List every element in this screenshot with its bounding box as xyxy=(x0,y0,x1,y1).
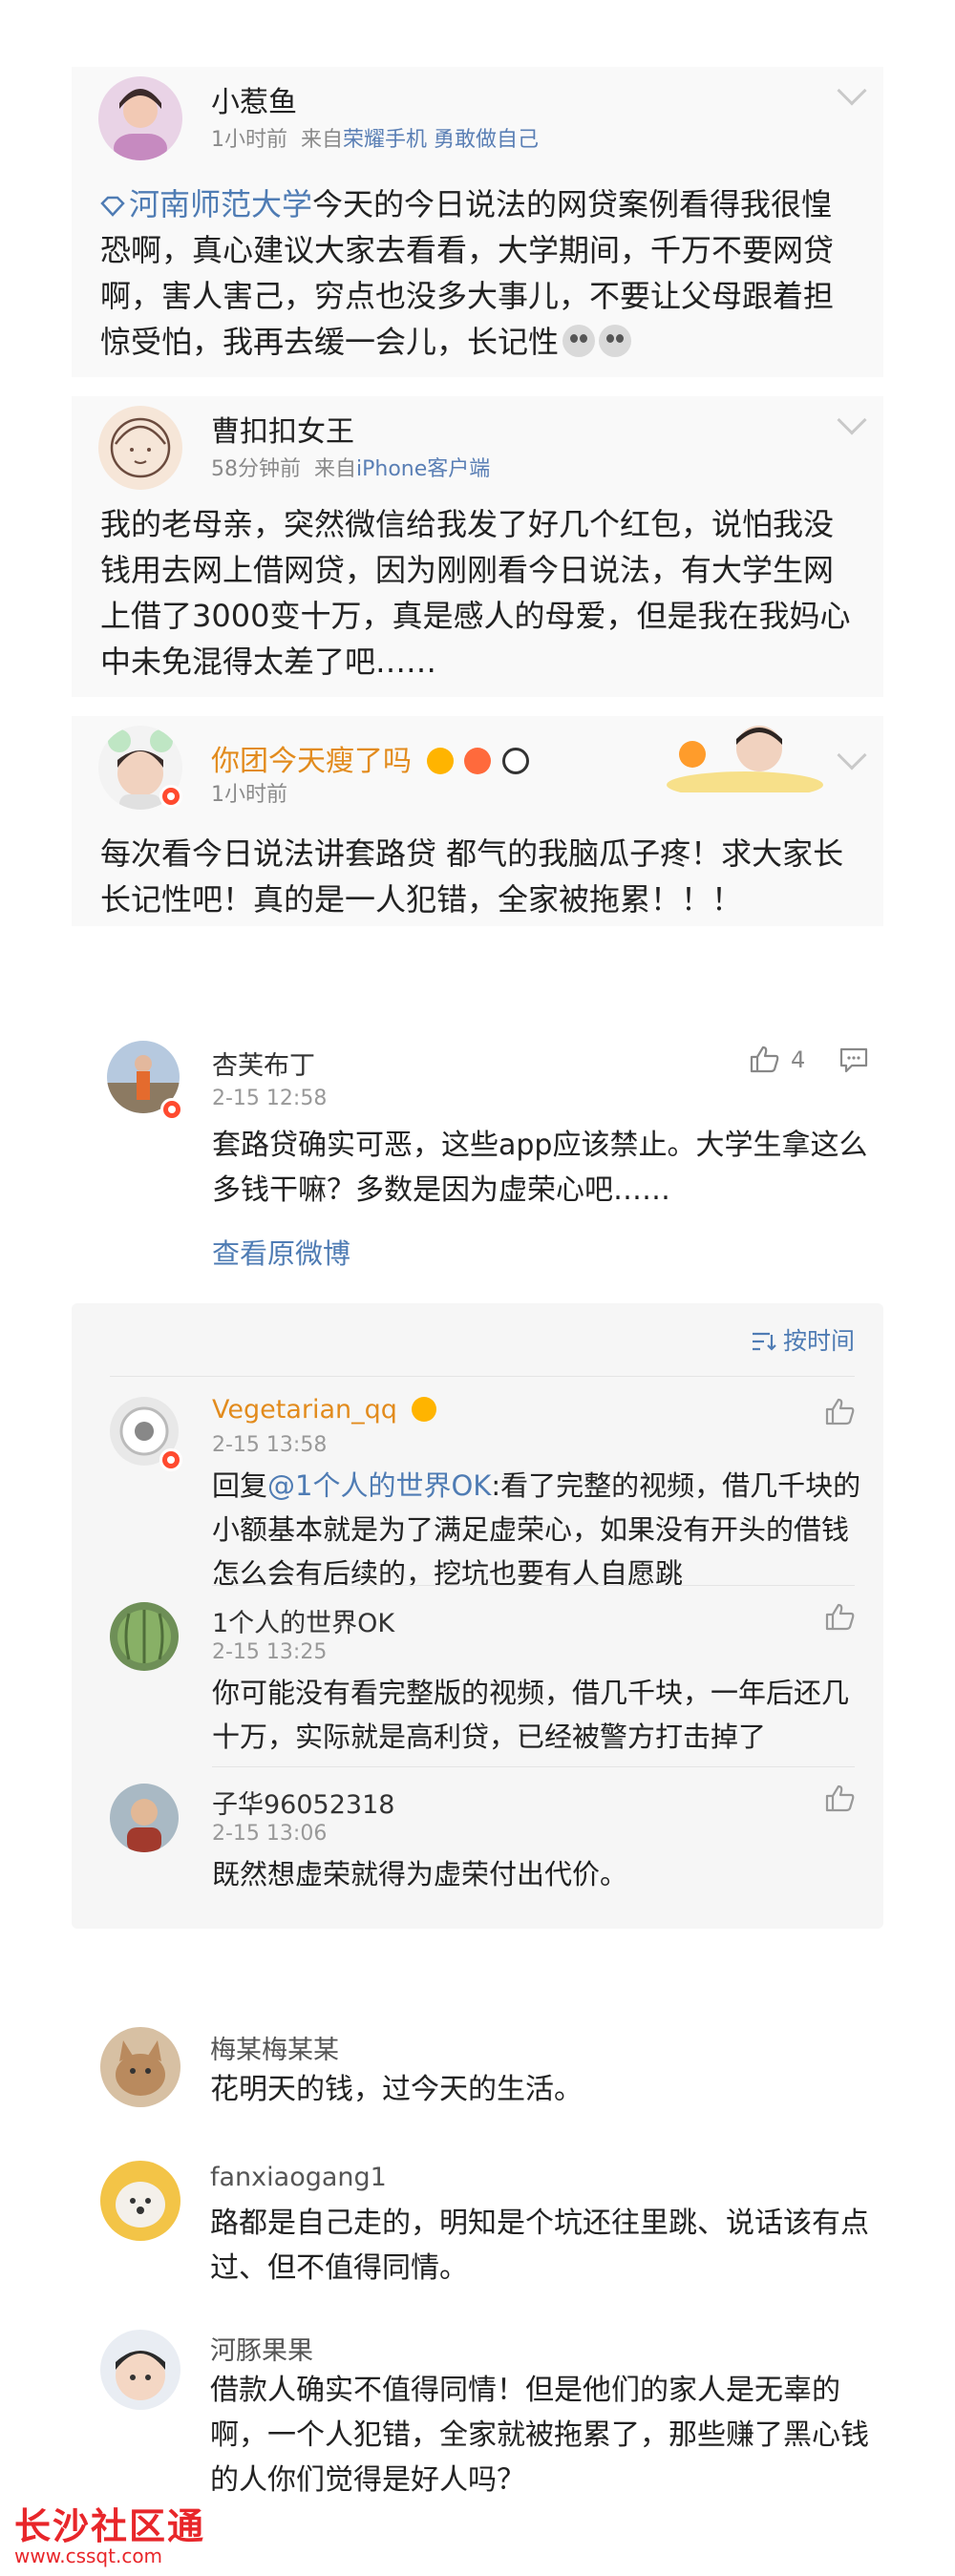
verified-badge-icon xyxy=(159,785,182,808)
comment-text: 路都是自己走的，明知是个坑还往里跳、说话该有点过、但不值得同情。 xyxy=(210,2206,869,2285)
avatar[interactable] xyxy=(110,1602,179,1671)
weibo-post-3[interactable]: 你团今天瘦了吗 1小时前 每次看今日说法讲套路贷 都气的我脑瓜子疼！求大家长长记… xyxy=(72,716,883,926)
comment-time: 2-15 12:58 xyxy=(212,1087,328,1110)
comment-main[interactable]: 杏芙布丁 2-15 12:58 4 套路贷确实可恶，这些app应该禁止。大学生拿… xyxy=(0,1031,955,1289)
like-button[interactable]: 4 xyxy=(749,1045,816,1077)
member-badge-icon xyxy=(411,1397,436,1422)
comment-item[interactable]: fanxiaogang1 路都是自己走的，明知是个坑还往里跳、说话该有点过、但不… xyxy=(0,2153,955,2306)
post-source[interactable]: iPhone客户端 xyxy=(356,457,490,481)
post-meta: 58分钟前 来自iPhone客户端 xyxy=(211,452,490,482)
member-badge-icon xyxy=(426,748,454,774)
post-text: 我的老母亲，突然微信给我发了好几个红包，说怕我没钱用去网上借网贷，因为刚刚看今日… xyxy=(100,506,851,680)
fire-badge-icon xyxy=(464,748,492,774)
reply-item[interactable]: 子华96052318 2-15 13:06 既然想虚荣就得为虚荣付出代价。 xyxy=(72,1776,883,1910)
user-name[interactable]: Vegetarian_qq xyxy=(212,1395,436,1425)
skull-emoji-icon xyxy=(562,325,596,357)
chevron-down-icon[interactable] xyxy=(837,740,867,771)
reply-prefix: 回复 xyxy=(212,1469,268,1502)
replies-panel: 按时间 Vegetarian_qq 2-15 13:58 回复@1个人的世界OK… xyxy=(72,1303,883,1929)
location-icon xyxy=(100,196,125,217)
reply-time: 2-15 13:25 xyxy=(212,1640,328,1664)
watermark-title: 长沙社区通 xyxy=(14,2505,206,2547)
user-name[interactable]: 曹扣扣女王 xyxy=(211,408,354,450)
mention-link[interactable]: @1个人的世界OK xyxy=(267,1469,491,1502)
divider xyxy=(212,1766,855,1767)
avatar[interactable] xyxy=(98,76,182,160)
comment-text: 套路贷确实可恶，这些app应该禁止。大学生拿这么多钱干嘛？多数是因为虚荣心吧…… xyxy=(212,1129,868,1207)
weibo-post-2[interactable]: 曹扣扣女王 58分钟前 来自iPhone客户端 我的老母亲，突然微信给我发了好几… xyxy=(72,396,883,697)
post-time: 1小时前 xyxy=(211,783,287,807)
view-original-link[interactable]: 查看原微博 xyxy=(212,1232,350,1272)
user-name[interactable]: 梅某梅某某 xyxy=(210,2029,339,2066)
skull-emoji-icon xyxy=(599,325,632,357)
source-prefix: 来自 xyxy=(314,457,357,481)
post-meta: 1小时前 来自荣耀手机 勇敢做自己 xyxy=(211,122,539,153)
reply-text: 回复@1个人的世界OK:看了完整的视频，借几千块的小额基本就是为了满足虚荣心，如… xyxy=(212,1469,861,1590)
verified-badge-icon xyxy=(159,1448,182,1471)
thumbs-up-icon[interactable] xyxy=(824,1602,857,1631)
chevron-down-icon[interactable] xyxy=(837,75,867,106)
panda-badge-icon xyxy=(501,748,529,774)
comment-text: 花明天的钱，过今天的生活。 xyxy=(210,2073,583,2106)
user-name[interactable]: 小惹鱼 xyxy=(211,78,297,120)
post-time: 58分钟前 xyxy=(211,457,301,481)
reply-time: 2-15 13:06 xyxy=(212,1822,328,1846)
divider xyxy=(110,1376,855,1377)
user-name[interactable]: 你团今天瘦了吗 xyxy=(211,737,529,779)
chevron-down-icon[interactable] xyxy=(837,405,867,435)
comment-item[interactable]: 河豚果果 借款人确实不值得同情！但是他们的家人是无辜的啊，一个人犯错，全家就被拖… xyxy=(0,2322,955,2513)
weibo-post-1[interactable]: 小惹鱼 1小时前 来自荣耀手机 勇敢做自己 河南师范大学今天的今日说法的网贷案例… xyxy=(72,67,883,377)
post-text: 河南师范大学今天的今日说法的网贷案例看得我很惶恐啊，真心建议大家去看看，大学期间… xyxy=(100,186,835,360)
user-name[interactable]: 1个人的世界OK xyxy=(212,1602,394,1639)
user-name[interactable]: 杏芙布丁 xyxy=(212,1045,315,1082)
avatar[interactable] xyxy=(100,2330,180,2410)
comment-item[interactable]: 梅某梅某某 花明天的钱，过今天的生活。 xyxy=(0,2019,955,2134)
avatar[interactable] xyxy=(110,1784,179,1852)
comment-text: 借款人确实不值得同情！但是他们的家人是无辜的啊，一个人犯错，全家就被拖累了，那些… xyxy=(210,2374,869,2497)
user-name[interactable]: 子华96052318 xyxy=(212,1784,394,1821)
user-name[interactable]: 河豚果果 xyxy=(210,2330,313,2367)
divider xyxy=(212,1585,855,1586)
watermark: 长沙社区通 www.cssqt.com xyxy=(14,2507,205,2566)
source-prefix: 来自 xyxy=(301,128,344,152)
comment-reply-icon[interactable] xyxy=(838,1046,869,1073)
post-text: 每次看今日说法讲套路贷 都气的我脑瓜子疼！求大家长长记性吧！真的是一人犯错，全家… xyxy=(100,835,844,918)
reply-time: 2-15 13:58 xyxy=(212,1433,328,1457)
user-name[interactable]: fanxiaogang1 xyxy=(210,2163,387,2192)
avatar[interactable] xyxy=(100,2161,180,2241)
thumbs-up-icon xyxy=(750,1045,779,1073)
avatar[interactable] xyxy=(98,406,182,490)
post-source[interactable]: 荣耀手机 勇敢做自己 xyxy=(343,128,539,152)
thumbs-up-icon[interactable] xyxy=(824,1397,857,1425)
reply-item[interactable]: Vegetarian_qq 2-15 13:58 回复@1个人的世界OK:看了完… xyxy=(72,1389,883,1590)
post-time: 1小时前 xyxy=(211,128,287,152)
reply-text: 既然想虚荣就得为虚荣付出代价。 xyxy=(212,1858,628,1890)
avatar[interactable] xyxy=(100,2027,180,2107)
topic-link[interactable]: 河南师范大学 xyxy=(100,186,312,222)
sort-by-time-button[interactable]: 按时间 xyxy=(751,1322,855,1357)
like-count: 4 xyxy=(791,1046,806,1073)
reply-text: 你可能没有看完整版的视频，借几千块，一年后还几十万，实际就是高利贷，已经被警方打… xyxy=(212,1677,850,1753)
card-decoration-image xyxy=(664,716,826,798)
watermark-url: www.cssqt.com xyxy=(14,2544,163,2567)
sort-icon xyxy=(752,1332,776,1351)
reply-item[interactable]: 1个人的世界OK 2-15 13:25 你可能没有看完整版的视频，借几千块，一年… xyxy=(72,1594,883,1753)
verified-badge-icon xyxy=(160,1098,183,1121)
thumbs-up-icon[interactable] xyxy=(824,1784,857,1812)
